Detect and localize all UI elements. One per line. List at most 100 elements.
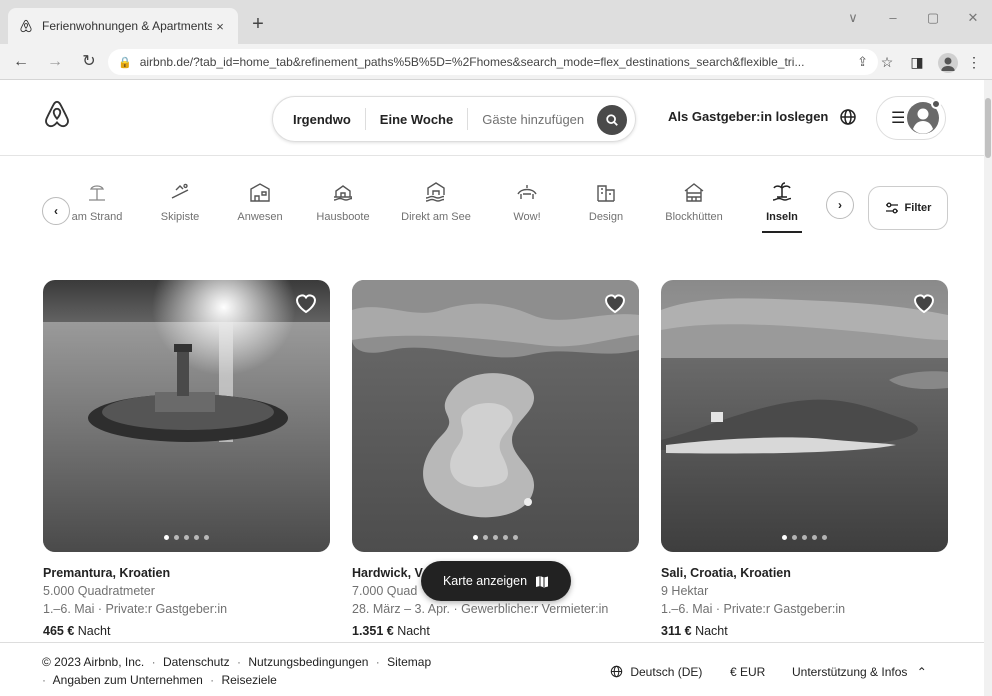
category-anwesen[interactable]: Anwesen — [230, 179, 290, 223]
category-label: Design — [588, 211, 624, 223]
globe-icon — [610, 665, 623, 678]
footer-separator: · — [236, 655, 241, 669]
category-label: am Strand — [71, 211, 123, 223]
reload-icon[interactable]: ↻ — [78, 52, 100, 72]
site-header: Irgendwo Eine Woche Gäste hinzufügen Als… — [0, 80, 984, 156]
listing-title: Sali, Croatia, Kroatien — [661, 566, 791, 580]
listing-photo[interactable] — [661, 280, 948, 552]
listing-price: 465 € — [43, 624, 75, 638]
airbnb-logo[interactable] — [42, 98, 72, 130]
user-menu-button[interactable]: ☰ — [876, 96, 946, 140]
globe-icon[interactable] — [838, 107, 858, 127]
design-icon — [578, 179, 634, 205]
footer-link-sitemap[interactable]: Sitemap — [387, 655, 431, 669]
language-label: Deutsch (DE) — [630, 665, 703, 679]
currency-selector[interactable]: € EUR — [730, 665, 765, 679]
tab-close-icon[interactable]: × — [212, 19, 228, 34]
footer-separator: · — [210, 673, 215, 687]
category-am-strand[interactable]: am Strand — [64, 179, 130, 223]
listing-area: 9 Hektar — [661, 584, 709, 598]
footer-separator: · — [151, 655, 156, 669]
footer-link-angaben[interactable]: Angaben zum Unternehmen — [53, 673, 203, 687]
browser-tab[interactable]: Ferienwohnungen & Apartments × — [8, 8, 238, 44]
search-guests[interactable]: Gäste hinzufügen — [468, 112, 598, 127]
category-inseln[interactable]: Inseln — [762, 179, 802, 233]
footer-link-reiseziele[interactable]: Reiseziele — [221, 673, 276, 687]
user-avatar-icon — [907, 99, 941, 134]
footer-link-datenschutz[interactable]: Datenschutz — [163, 655, 230, 669]
maximize-button[interactable]: ▢ — [918, 10, 948, 26]
show-map-button[interactable]: Karte anzeigen — [421, 561, 571, 601]
search-when[interactable]: Eine Woche — [366, 112, 467, 127]
mansion-icon — [230, 179, 290, 205]
language-selector[interactable]: Deutsch (DE) — [610, 665, 702, 679]
listing-photo[interactable] — [352, 280, 639, 552]
url-text: airbnb.de/?tab_id=home_tab&refinement_pa… — [139, 55, 805, 69]
wishlist-heart-icon[interactable] — [294, 292, 318, 314]
category-wow[interactable]: Wow! — [502, 179, 552, 223]
category-skipiste[interactable]: Skipiste — [150, 179, 210, 223]
share-icon[interactable]: ⇪ — [857, 54, 868, 70]
become-host-link[interactable]: Als Gastgeber:in loslegen — [668, 109, 828, 124]
houseboat-icon — [310, 179, 376, 205]
wishlist-heart-icon[interactable] — [912, 292, 936, 314]
photo-carousel-dots — [43, 535, 330, 540]
scrollbar-thumb[interactable] — [985, 98, 991, 158]
search-where[interactable]: Irgendwo — [273, 112, 365, 127]
support-menu[interactable]: Unterstützung & Infos ⌃ — [792, 665, 927, 679]
url-input[interactable]: 🔒 airbnb.de/?tab_id=home_tab&refinement_… — [108, 49, 878, 75]
new-tab-button[interactable]: + — [248, 14, 268, 34]
chevron-up-icon: ⌃ — [916, 665, 927, 679]
minimize-button[interactable]: – — [878, 10, 908, 25]
listing-card[interactable]: Premantura, Kroatien 5.000 Quadratmeter … — [43, 280, 330, 640]
listing-photo[interactable] — [43, 280, 330, 552]
category-label: Inseln — [766, 211, 798, 223]
photo-carousel-dots — [352, 535, 639, 540]
chrome-menu-icon[interactable]: ⋮ — [966, 52, 982, 72]
category-direkt-am-see[interactable]: Direkt am See — [396, 179, 476, 223]
wishlist-heart-icon[interactable] — [603, 292, 627, 314]
ski-icon — [150, 179, 210, 205]
category-hausboote[interactable]: Hausboote — [310, 179, 376, 223]
listing-price: 311 € — [661, 624, 692, 638]
listing-details: 1.–6. Mai · Private:r Gastgeber:in — [43, 602, 228, 616]
filter-label: Filter — [904, 202, 932, 214]
beach-icon — [64, 179, 130, 205]
back-arrow-icon[interactable]: ← — [10, 52, 32, 72]
footer-link-nutzungsbedingungen[interactable]: Nutzungsbedingungen — [248, 655, 368, 669]
search-bar[interactable]: Irgendwo Eine Woche Gäste hinzufügen — [272, 96, 636, 142]
notification-dot — [931, 99, 941, 109]
listing-area: 5.000 Quadratmeter — [43, 584, 155, 598]
listing-price: 1.351 € — [352, 624, 394, 638]
listing-price-unit: Nacht — [695, 624, 728, 638]
browser-tab-title: Ferienwohnungen & Apartments — [42, 19, 212, 33]
profile-avatar-icon[interactable] — [938, 53, 958, 73]
lighthouse-island-image — [43, 280, 330, 552]
category-design[interactable]: Design — [578, 179, 634, 223]
listing-price-unit: Nacht — [397, 624, 430, 638]
bookmark-star-icon[interactable]: ☆ — [876, 52, 898, 72]
site-footer: © 2023 Airbnb, Inc. · Datenschutz · Nutz… — [0, 642, 984, 696]
side-panel-icon[interactable]: ◨ — [906, 52, 928, 72]
filter-button[interactable]: Filter — [868, 186, 948, 230]
airbnb-favicon-icon — [18, 18, 34, 34]
listing-card[interactable]: Sali, Croatia, Kroatien 9 Hektar 1.–6. M… — [661, 280, 948, 640]
cabin-icon — [658, 179, 730, 205]
category-scroll-right-button[interactable]: › — [826, 191, 854, 219]
category-label: Blockhütten — [665, 211, 723, 223]
forward-arrow-icon[interactable]: → — [44, 52, 66, 72]
category-bar: ‹ am Strand Skipiste Anwesen Hausboote D… — [0, 157, 984, 257]
close-window-button[interactable]: ✕ — [958, 10, 988, 26]
category-label: Skipiste — [160, 211, 200, 223]
category-label: Direkt am See — [401, 211, 471, 223]
search-button[interactable] — [597, 105, 627, 135]
page-scrollbar[interactable] — [984, 80, 992, 696]
island-icon — [762, 179, 802, 205]
lock-icon[interactable]: 🔒 — [118, 56, 132, 69]
wow-icon — [502, 179, 552, 205]
category-blockhuetten[interactable]: Blockhütten — [658, 179, 730, 223]
tab-search-icon[interactable]: ∨ — [838, 10, 868, 26]
listing-details: 28. März – 3. Apr. · Gewerbliche:r Vermi… — [352, 602, 609, 616]
footer-separator: · — [375, 655, 380, 669]
lakefront-icon — [396, 179, 476, 205]
